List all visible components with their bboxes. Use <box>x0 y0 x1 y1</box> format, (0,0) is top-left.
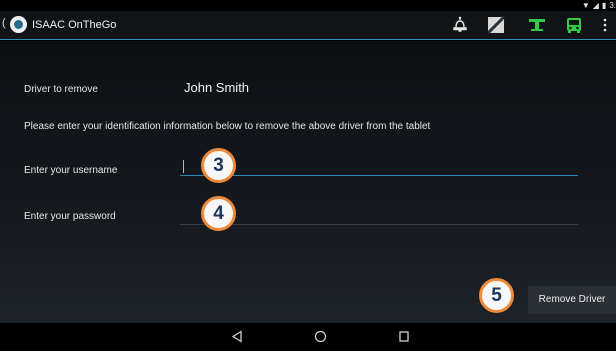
driver-to-remove-label: Driver to remove <box>24 84 98 95</box>
home-icon[interactable] <box>314 330 327 343</box>
driver-name-value: John Smith <box>184 80 250 95</box>
recents-icon[interactable] <box>398 330 410 343</box>
app-up-icon[interactable]: ( <box>2 17 6 29</box>
password-input[interactable] <box>180 205 578 225</box>
overflow-menu-icon[interactable] <box>600 16 610 34</box>
wifi-icon: ▼ <box>581 1 590 10</box>
remove-driver-form: Driver to remove John Smith Please enter… <box>0 41 616 323</box>
square-icon[interactable] <box>487 16 505 34</box>
instructions-text: Please enter your identification informa… <box>24 121 431 132</box>
username-label: Enter your username <box>24 165 118 176</box>
username-input[interactable] <box>180 156 578 176</box>
step-badge-3: 3 <box>201 148 236 183</box>
app-title: ISAAC OnTheGo <box>32 19 117 31</box>
step-badge-4: 4 <box>201 196 236 231</box>
remove-driver-button[interactable]: Remove Driver <box>528 286 616 314</box>
password-label: Enter your password <box>24 211 116 222</box>
signal-tower-icon[interactable] <box>528 16 546 34</box>
app-logo-icon[interactable] <box>10 16 27 33</box>
step-badge-5: 5 <box>479 278 514 313</box>
text-cursor <box>183 160 184 173</box>
status-icons: ▼ ◢ ▮ 3: <box>582 0 616 11</box>
bell-icon[interactable] <box>452 16 468 34</box>
signal-icon: ◢ <box>592 1 599 10</box>
battery-icon: ▮ <box>601 1 607 10</box>
navigation-bar <box>0 323 616 351</box>
action-bar: ( ISAAC OnTheGo <box>0 11 616 40</box>
status-bar: ▼ ◢ ▮ 3: <box>0 0 616 11</box>
bus-icon[interactable] <box>565 16 583 34</box>
back-icon[interactable] <box>231 330 243 343</box>
status-time: 3: <box>609 1 616 10</box>
